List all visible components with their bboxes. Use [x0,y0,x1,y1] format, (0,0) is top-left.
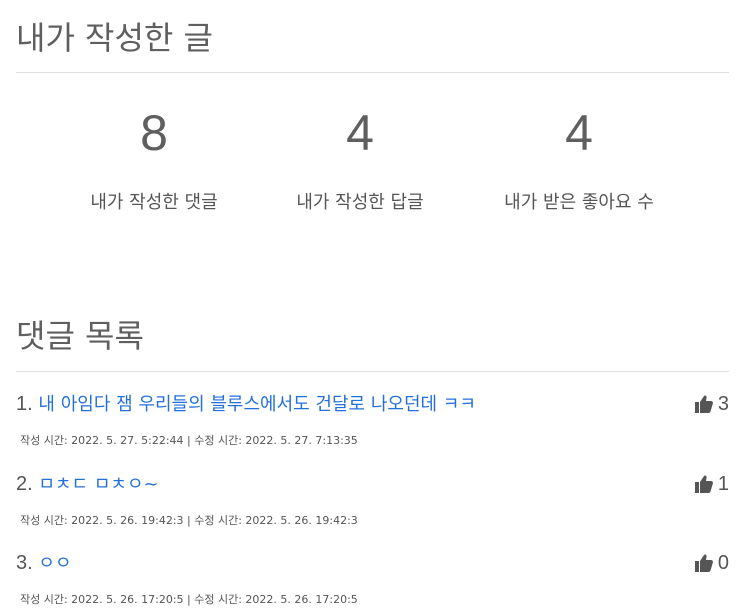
comment-list-title: 댓글 목록 [16,317,144,355]
comment-index: 3. [16,552,33,574]
like-count-value: 3 [717,393,729,415]
my-posts-title: 내가 작성한 글 [16,19,213,57]
stat-label: 내가 받은 좋아요 수 [504,192,654,213]
comment-link[interactable]: 내 아임다 잼 우리들의 블루스에서도 건달로 나오던데 ㅋㅋ [38,394,476,415]
comment-item: 3. ㅇㅇ 작성 시간: 2022. 5. 26. 17:20:5 | 수정 시… [16,551,729,611]
divider [16,72,729,73]
stat-value: 4 [346,105,374,161]
divider [16,371,729,372]
stat-my-comments: 8 내가 작성한 댓글 [44,108,264,214]
like-count: 3 [694,392,729,416]
stat-value: 8 [140,105,168,161]
stat-label: 내가 작성한 댓글 [90,192,218,213]
stat-my-replies: 4 내가 작성한 답글 [250,108,470,214]
comment-index: 2. [16,473,33,495]
comment-timestamps: 작성 시간: 2022. 5. 27. 5:22:44 | 수정 시간: 202… [20,434,358,447]
stat-label: 내가 작성한 답글 [296,192,424,213]
comment-item: 1. 내 아임다 잼 우리들의 블루스에서도 건달로 나오던데 ㅋㅋ 작성 시간… [16,392,729,452]
thumbs-up-icon [694,474,714,494]
like-count: 1 [694,472,729,496]
stat-value: 4 [565,105,593,161]
like-count: 0 [694,551,729,575]
comment-link[interactable]: ㅁㅊㄷ ㅁㅊㅇ~ [38,474,158,495]
comment-index: 1. [16,393,33,415]
comment-timestamps: 작성 시간: 2022. 5. 26. 19:42:3 | 수정 시간: 202… [20,514,358,527]
comment-timestamps: 작성 시간: 2022. 5. 26. 17:20:5 | 수정 시간: 202… [20,593,358,606]
like-count-value: 1 [717,473,729,495]
thumbs-up-icon [694,394,714,414]
like-count-value: 0 [717,552,729,574]
thumbs-up-icon [694,553,714,573]
comment-item: 2. ㅁㅊㄷ ㅁㅊㅇ~ 작성 시간: 2022. 5. 26. 19:42:3 … [16,472,729,532]
comment-link[interactable]: ㅇㅇ [38,553,71,574]
stat-received-likes: 4 내가 받은 좋아요 수 [469,108,689,214]
